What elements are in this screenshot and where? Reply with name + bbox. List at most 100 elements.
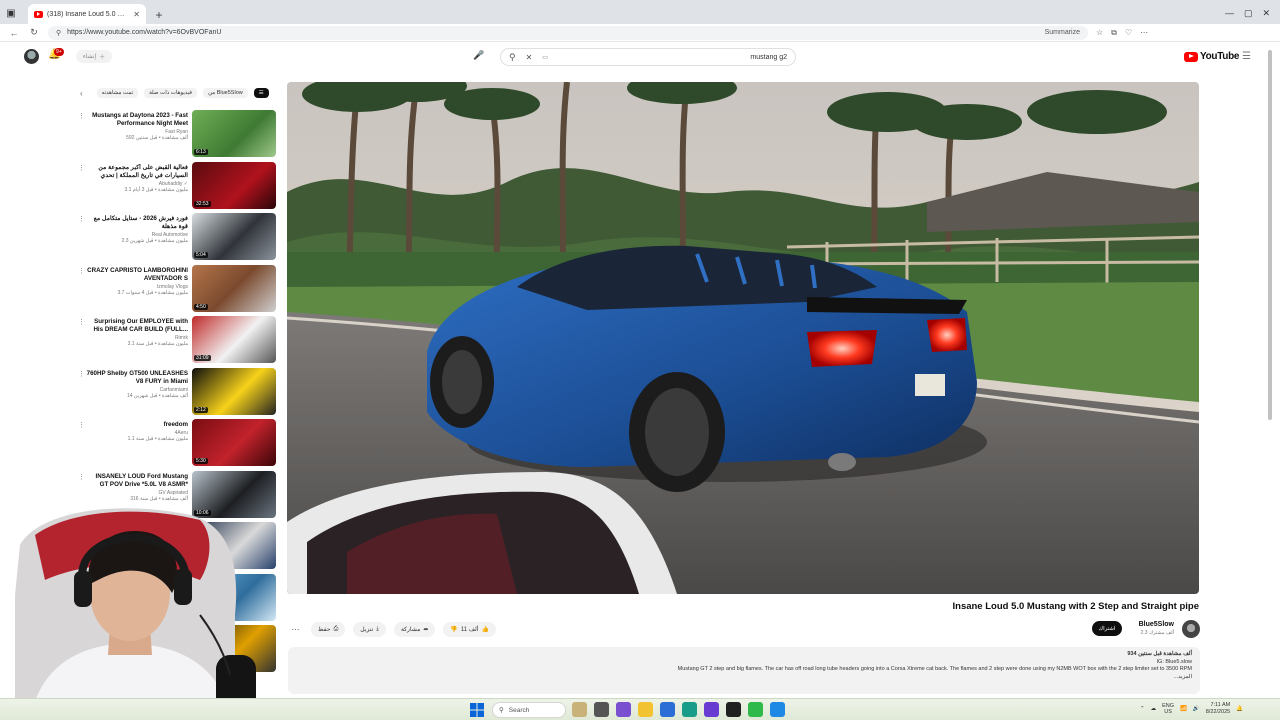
tray-chevron-icon[interactable]: ⌃ (1140, 706, 1145, 712)
recommendation-text: CRAZY CAPRISTO LAMBORGHINI AVENTADOR S Iz… (86, 267, 188, 296)
recommendation-title[interactable]: فعالية القبض على أكبر مجموعة من السيارات… (86, 164, 188, 180)
recommendation-title[interactable]: 760HP Shelby GT500 UNLEASHES V8 FURY in … (86, 370, 188, 386)
new-tab-button[interactable]: + (150, 6, 168, 24)
dislike-icon[interactable]: 👎 (450, 626, 457, 633)
recommendation-title[interactable]: Mustangs at Daytona 2023 - Fast Performa… (86, 112, 188, 128)
channel-avatar[interactable] (1182, 620, 1200, 638)
hamburger-menu-icon[interactable]: ☰ (1242, 51, 1251, 62)
recommendation-item[interactable]: 5:30 ⋮ freedom 4Aeru 1.1 مليون مشاهدة • قبل … (76, 419, 276, 471)
reload-icon[interactable]: ↻ (28, 27, 40, 38)
notification-center-icon[interactable]: 🔔 (1236, 706, 1243, 712)
recommendation-title[interactable]: فورد فيرش 2026 - ستايل متكامل مع قوة مذه… (86, 215, 188, 231)
recommendation-item[interactable]: 32:53 ⋮ فعالية القبض على أكبر مجموعة من ال… (76, 161, 276, 214)
recommendation-more-icon[interactable]: ⋮ (78, 318, 85, 326)
recommendation-more-icon[interactable]: ⋮ (78, 421, 85, 429)
taskbar-app-discord-icon[interactable] (704, 702, 719, 717)
clock[interactable]: 7:11 AM 8/22/2025 (1206, 702, 1230, 715)
recommendation-duration: 6:13 (194, 149, 208, 155)
create-button[interactable]: إنشاء ＋ (76, 50, 112, 63)
chip-all[interactable]: ☰ (253, 88, 269, 98)
keyboard-icon[interactable]: ▭ (542, 54, 548, 61)
notifications-bell-icon[interactable]: 🔔9+ (48, 48, 64, 64)
site-info-icon[interactable]: ⚲ (56, 29, 61, 37)
recommendation-item[interactable]: 4:50 ⋮ CRAZY CAPRISTO LAMBORGHINI AVENTADO… (76, 264, 276, 317)
like-icon[interactable]: 👍 (481, 626, 488, 633)
clear-search-icon[interactable]: ✕ (526, 53, 533, 62)
youtube-logo-icon (1184, 51, 1198, 62)
taskbar-app-chrome-icon[interactable] (770, 702, 785, 717)
recommendation-thumbnail[interactable]: 2:12 (192, 367, 276, 415)
recommendation-thumbnail[interactable]: 32:53 (192, 161, 276, 209)
url-field[interactable]: ⚲ https://www.youtube.com/watch?v=6OvBVO… (48, 25, 1088, 40)
account-avatar[interactable] (24, 49, 39, 64)
maximize-icon[interactable]: ▢ (1244, 8, 1253, 19)
search-input[interactable]: ⚲ ✕ ▭ mustang g2 (500, 48, 796, 66)
more-actions-icon[interactable]: ⋯ (288, 625, 303, 634)
taskbar-search[interactable]: ⚲ Search (492, 702, 566, 718)
recommendation-more-icon[interactable]: ⋮ (78, 473, 85, 481)
chip-scroll-left-icon[interactable]: ‹ (80, 89, 83, 98)
taskbar-app-obs-icon[interactable] (726, 702, 741, 717)
language-indicator[interactable]: ENG US (1162, 703, 1174, 715)
settings-more-icon[interactable]: ⋯ (1140, 28, 1148, 38)
subscribe-button[interactable]: اشتراك (1092, 621, 1122, 636)
sidebar-toggle-icon[interactable]: ▣ (0, 2, 22, 24)
video-player[interactable] (287, 82, 1199, 594)
taskbar-app-explorer-icon[interactable] (638, 702, 653, 717)
taskbar-app-edge-icon[interactable] (682, 702, 697, 717)
scrollbar-thumb[interactable] (1268, 50, 1272, 420)
recommendation-more-icon[interactable]: ⋮ (78, 112, 85, 120)
taskbar-app-taskview-icon[interactable] (594, 702, 609, 717)
taskbar-app-store-icon[interactable] (660, 702, 675, 717)
recommendation-more-icon[interactable]: ⋮ (78, 164, 85, 172)
taskbar-app-teams-icon[interactable] (616, 702, 631, 717)
browser-tab-strip: ▣ (318) Insane Loud 5.0 Mustang ✕ + — ▢ … (0, 0, 1280, 24)
voice-search-mic-icon[interactable]: 🎤 (472, 50, 486, 64)
windows-start-icon[interactable] (470, 703, 484, 717)
recommendation-thumbnail[interactable]: 5:30 (192, 419, 276, 466)
taskbar-app-spotify-icon[interactable] (748, 702, 763, 717)
tab-close-icon[interactable]: ✕ (133, 10, 140, 19)
share-button[interactable]: مشاركة ➦ (393, 621, 436, 637)
chip-related[interactable]: فيديوهات ذات صلة (144, 88, 198, 98)
recommendation-thumbnail[interactable]: 6:13 (192, 110, 276, 157)
extensions-icon[interactable]: ⧉ (1111, 28, 1117, 38)
recommendation-more-icon[interactable]: ⋮ (78, 215, 85, 223)
taskbar-app-widgets-icon[interactable] (572, 702, 587, 717)
recommendation-item[interactable]: 5:04 ⋮ فورد فيرش 2026 - ستايل متكامل مع قو… (76, 213, 276, 265)
page-scrollbar[interactable] (1267, 46, 1273, 692)
video-description[interactable]: 934 ألف مشاهدة قبل سنتين IG: Blue5.slow … (288, 647, 1200, 694)
collections-icon[interactable]: ♡ (1125, 28, 1132, 38)
share-label: مشاركة (400, 626, 421, 633)
like-dislike-button[interactable]: 👎 11 ألف 👍 (443, 621, 496, 637)
favorite-star-icon[interactable]: ☆ (1096, 28, 1103, 38)
back-icon[interactable]: ← (8, 28, 20, 38)
chip-from-channel[interactable]: من Blue5Slow (203, 88, 248, 98)
browser-tab-active[interactable]: (318) Insane Loud 5.0 Mustang ✕ (28, 4, 146, 24)
tray-cloud-icon[interactable]: ☁ (1151, 706, 1157, 712)
recommendation-item[interactable]: 2:12 ⋮ 760HP Shelby GT500 UNLEASHES V8 FUR… (76, 367, 276, 420)
download-button[interactable]: تنزيل ⤓ (353, 621, 386, 637)
recommendation-title[interactable]: CRAZY CAPRISTO LAMBORGHINI AVENTADOR S (86, 267, 188, 283)
save-button[interactable]: حفظ ⎙ (311, 621, 346, 637)
recommendation-item[interactable]: 31:09 ⋮ Surprising Our EMPLOYEE with His D… (76, 316, 276, 368)
recommendation-item[interactable]: 6:13 ⋮ Mustangs at Daytona 2023 - Fast Per… (76, 110, 276, 162)
close-window-icon[interactable]: ✕ (1262, 8, 1270, 19)
recommendation-thumbnail[interactable]: 5:04 (192, 213, 276, 260)
recommendation-thumbnail[interactable]: 4:50 (192, 264, 276, 312)
minimize-icon[interactable]: — (1225, 8, 1234, 18)
recommendation-more-icon[interactable]: ⋮ (78, 370, 85, 378)
volume-icon[interactable]: 🔊 (1193, 706, 1200, 712)
recommendation-title[interactable]: Surprising Our EMPLOYEE with His DREAM C… (86, 318, 188, 334)
channel-name[interactable]: Blue5Slow (1139, 621, 1174, 628)
recommendation-title[interactable]: freedom (86, 421, 188, 429)
recommendation-title[interactable]: INSANELY LOUD Ford Mustang GT POV Drive … (86, 473, 188, 489)
wifi-icon[interactable]: 📶 (1180, 706, 1187, 712)
youtube-logo[interactable]: YouTube (1184, 51, 1240, 62)
search-icon[interactable]: ⚲ (509, 52, 516, 63)
description-more[interactable]: ...المزيد (296, 674, 1192, 682)
chip-watched[interactable]: تمت مشاهدته (96, 88, 139, 98)
recommendation-more-icon[interactable]: ⋮ (78, 267, 85, 275)
recommendation-thumbnail[interactable]: 31:09 (192, 316, 276, 363)
summarize-button[interactable]: Summarize (1045, 29, 1080, 36)
